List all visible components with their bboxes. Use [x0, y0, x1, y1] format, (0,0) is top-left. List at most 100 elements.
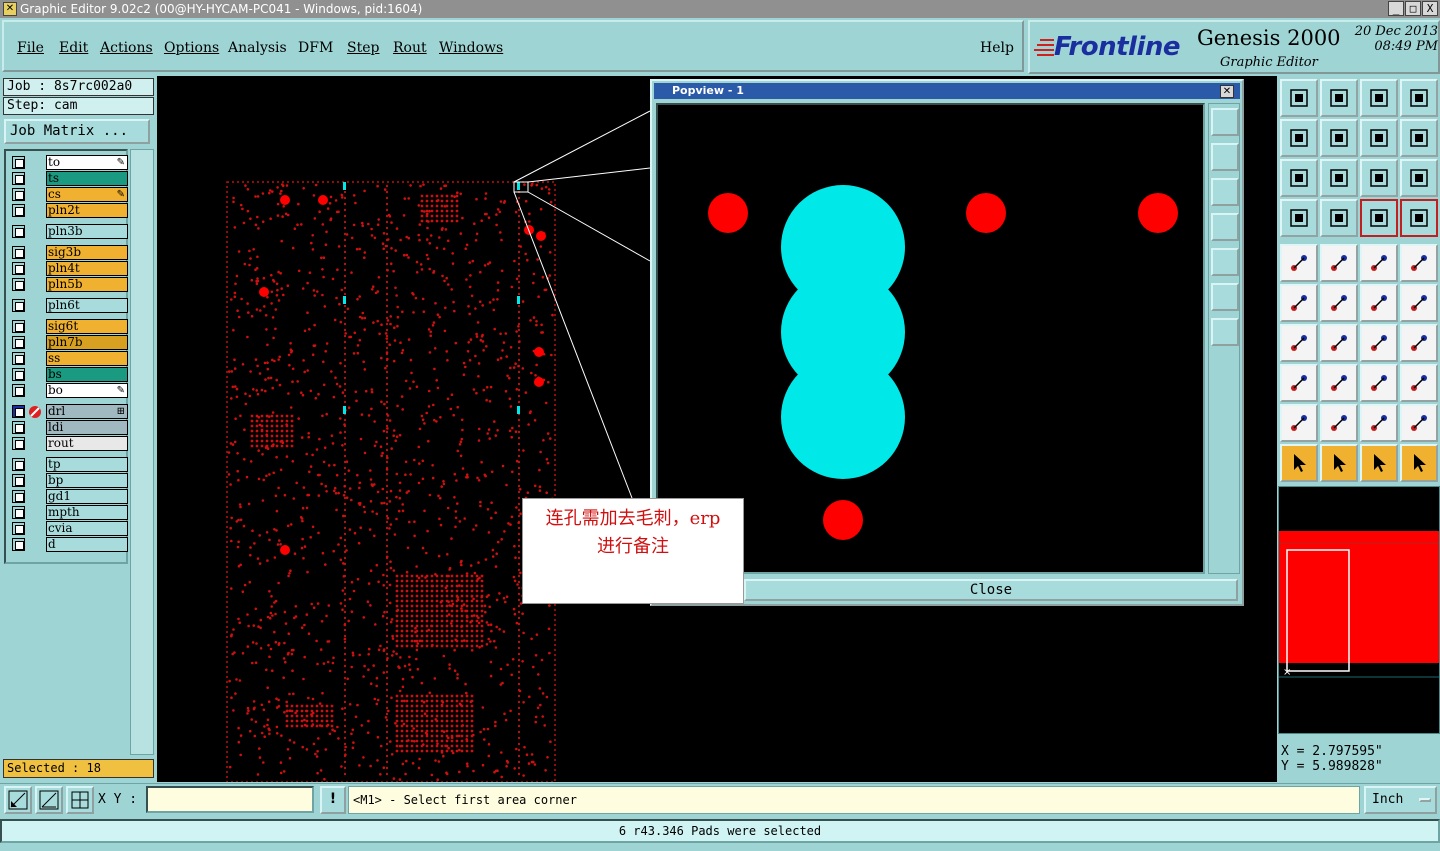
popview-zoom-out-icon[interactable] — [1211, 318, 1239, 346]
zoom-home-icon[interactable] — [1280, 79, 1318, 117]
layer-row-cs[interactable]: cs ✎ — [10, 187, 128, 202]
menu-options[interactable]: Options — [164, 40, 219, 56]
layer-display-checkbox[interactable] — [12, 246, 25, 259]
line-icon[interactable] — [1320, 324, 1358, 362]
layer-filter-icon[interactable] — [1400, 199, 1438, 237]
layer-row-bo[interactable]: bo ✎ — [10, 383, 128, 398]
triangle-icon[interactable] — [1280, 404, 1318, 442]
popview-pan-left-icon[interactable] — [1211, 213, 1239, 241]
layer-display-checkbox[interactable] — [12, 299, 25, 312]
popview-close-icon[interactable]: ✕ — [1220, 85, 1234, 98]
layer-display-checkbox[interactable] — [12, 506, 25, 519]
poly-icon[interactable] — [1320, 404, 1358, 442]
help-icon[interactable] — [1400, 159, 1438, 197]
grid-icon[interactable] — [1320, 199, 1358, 237]
layer-row-bs[interactable]: bs — [10, 367, 128, 382]
layer-row-mpth[interactable]: mpth — [10, 505, 128, 520]
job-matrix-button[interactable]: Job Matrix ... — [4, 119, 150, 144]
scale-1-2-icon[interactable] — [1360, 159, 1398, 197]
layer-row-d[interactable]: d — [10, 537, 128, 552]
add-pad-icon[interactable] — [1280, 244, 1318, 282]
fit-icon[interactable] — [1280, 159, 1318, 197]
mirror-icon[interactable] — [1400, 119, 1438, 157]
layer-row-tp[interactable]: tp — [10, 457, 128, 472]
layer-row-pln3b[interactable]: pln3b — [10, 224, 128, 239]
layer-row-drl[interactable]: drl ⊞ — [10, 404, 128, 419]
angle-icon[interactable] — [1280, 324, 1318, 362]
clearance-icon[interactable] — [1360, 404, 1398, 442]
add-line-icon[interactable] — [1320, 244, 1358, 282]
layer-display-checkbox[interactable] — [12, 352, 25, 365]
menu-dfm[interactable]: DFM — [298, 40, 333, 56]
route-icon[interactable] — [1400, 404, 1438, 442]
menu-file[interactable]: File — [17, 40, 44, 56]
layer-display-checkbox[interactable] — [12, 405, 25, 418]
xy-input[interactable] — [146, 786, 314, 813]
layer-row-sig3b[interactable]: sig3b — [10, 245, 128, 260]
menu-analysis[interactable]: Analysis — [228, 40, 287, 56]
move-icon[interactable] — [1360, 284, 1398, 322]
layer-row-ldi[interactable]: ldi — [10, 420, 128, 435]
layer-row-pln4t[interactable]: pln4t — [10, 261, 128, 276]
pan-right-icon[interactable] — [1320, 119, 1358, 157]
menu-rout[interactable]: Rout — [393, 40, 427, 56]
layer-row-cvia[interactable]: cvia — [10, 521, 128, 536]
layer-display-checkbox[interactable] — [12, 225, 25, 238]
layer-display-checkbox[interactable] — [12, 156, 25, 169]
delete-icon[interactable] — [1320, 284, 1358, 322]
select-pointer-icon[interactable] — [1280, 444, 1318, 482]
popview-pan-right-icon[interactable] — [1211, 248, 1239, 276]
split-view-icon[interactable] — [1400, 79, 1438, 117]
pan-down-icon[interactable] — [1320, 79, 1358, 117]
pan-left-icon[interactable] — [1280, 119, 1318, 157]
center-icon[interactable] — [1320, 159, 1358, 197]
layer-row-pln2t[interactable]: pln2t — [10, 203, 128, 218]
ruler-icon[interactable] — [1360, 244, 1398, 282]
transform-icon[interactable] — [1280, 364, 1318, 402]
layer-row-pln5b[interactable]: pln5b — [10, 277, 128, 292]
units-selector[interactable]: Inch — [1364, 786, 1437, 814]
resize-icon[interactable] — [1400, 324, 1438, 362]
select-box-icon[interactable] — [1320, 444, 1358, 482]
layer-display-checkbox[interactable] — [12, 458, 25, 471]
layer-display-checkbox[interactable] — [12, 522, 25, 535]
layer-display-checkbox[interactable] — [12, 262, 25, 275]
grid-mode-icon[interactable] — [66, 786, 94, 814]
layer-row-gd1[interactable]: gd1 — [10, 489, 128, 504]
merge-icon[interactable] — [1400, 364, 1438, 402]
layer-row-rout[interactable]: rout — [10, 436, 128, 451]
warning-button[interactable]: ! — [320, 786, 346, 814]
menu-actions[interactable]: Actions — [100, 40, 153, 56]
layer-row-sig6t[interactable]: sig6t — [10, 319, 128, 334]
layer-display-checkbox[interactable] — [12, 490, 25, 503]
layer-display-checkbox[interactable] — [12, 437, 25, 450]
select-net-icon[interactable] — [1400, 444, 1438, 482]
layer-list-scrollbar[interactable] — [130, 149, 154, 755]
layer-select-icon[interactable] — [1360, 199, 1398, 237]
menu-edit[interactable]: Edit — [59, 40, 88, 56]
layer-display-checkbox[interactable] — [12, 538, 25, 551]
snap-mode-icon[interactable] — [4, 786, 32, 814]
menu-windows[interactable]: Windows — [439, 40, 503, 56]
minimize-button[interactable]: _ — [1388, 1, 1404, 16]
menu-help[interactable]: Help — [980, 40, 1014, 56]
clip-area-icon[interactable] — [1280, 199, 1318, 237]
layer-display-checkbox[interactable] — [12, 204, 25, 217]
measure-icon[interactable] — [1360, 364, 1398, 402]
close-window-button[interactable]: X — [1422, 1, 1438, 16]
popview-pan-down-icon[interactable] — [1211, 178, 1239, 206]
layer-row-ts[interactable]: ts — [10, 171, 128, 186]
maximize-button[interactable]: □ — [1405, 1, 1421, 16]
rotate-icon[interactable] — [1360, 119, 1398, 157]
layer-display-checkbox[interactable] — [12, 368, 25, 381]
layer-display-checkbox[interactable] — [12, 188, 25, 201]
arc-icon[interactable] — [1360, 324, 1398, 362]
snap-pad-icon[interactable] — [1400, 244, 1438, 282]
layer-display-checkbox[interactable] — [12, 421, 25, 434]
popview-zoom-in-icon[interactable] — [1211, 283, 1239, 311]
layer-row-bp[interactable]: bp — [10, 473, 128, 488]
overview-map[interactable]: × — [1278, 486, 1440, 734]
connect-icon[interactable] — [1280, 284, 1318, 322]
copy-icon[interactable] — [1400, 284, 1438, 322]
popview-close-button[interactable]: Close — [744, 579, 1238, 601]
